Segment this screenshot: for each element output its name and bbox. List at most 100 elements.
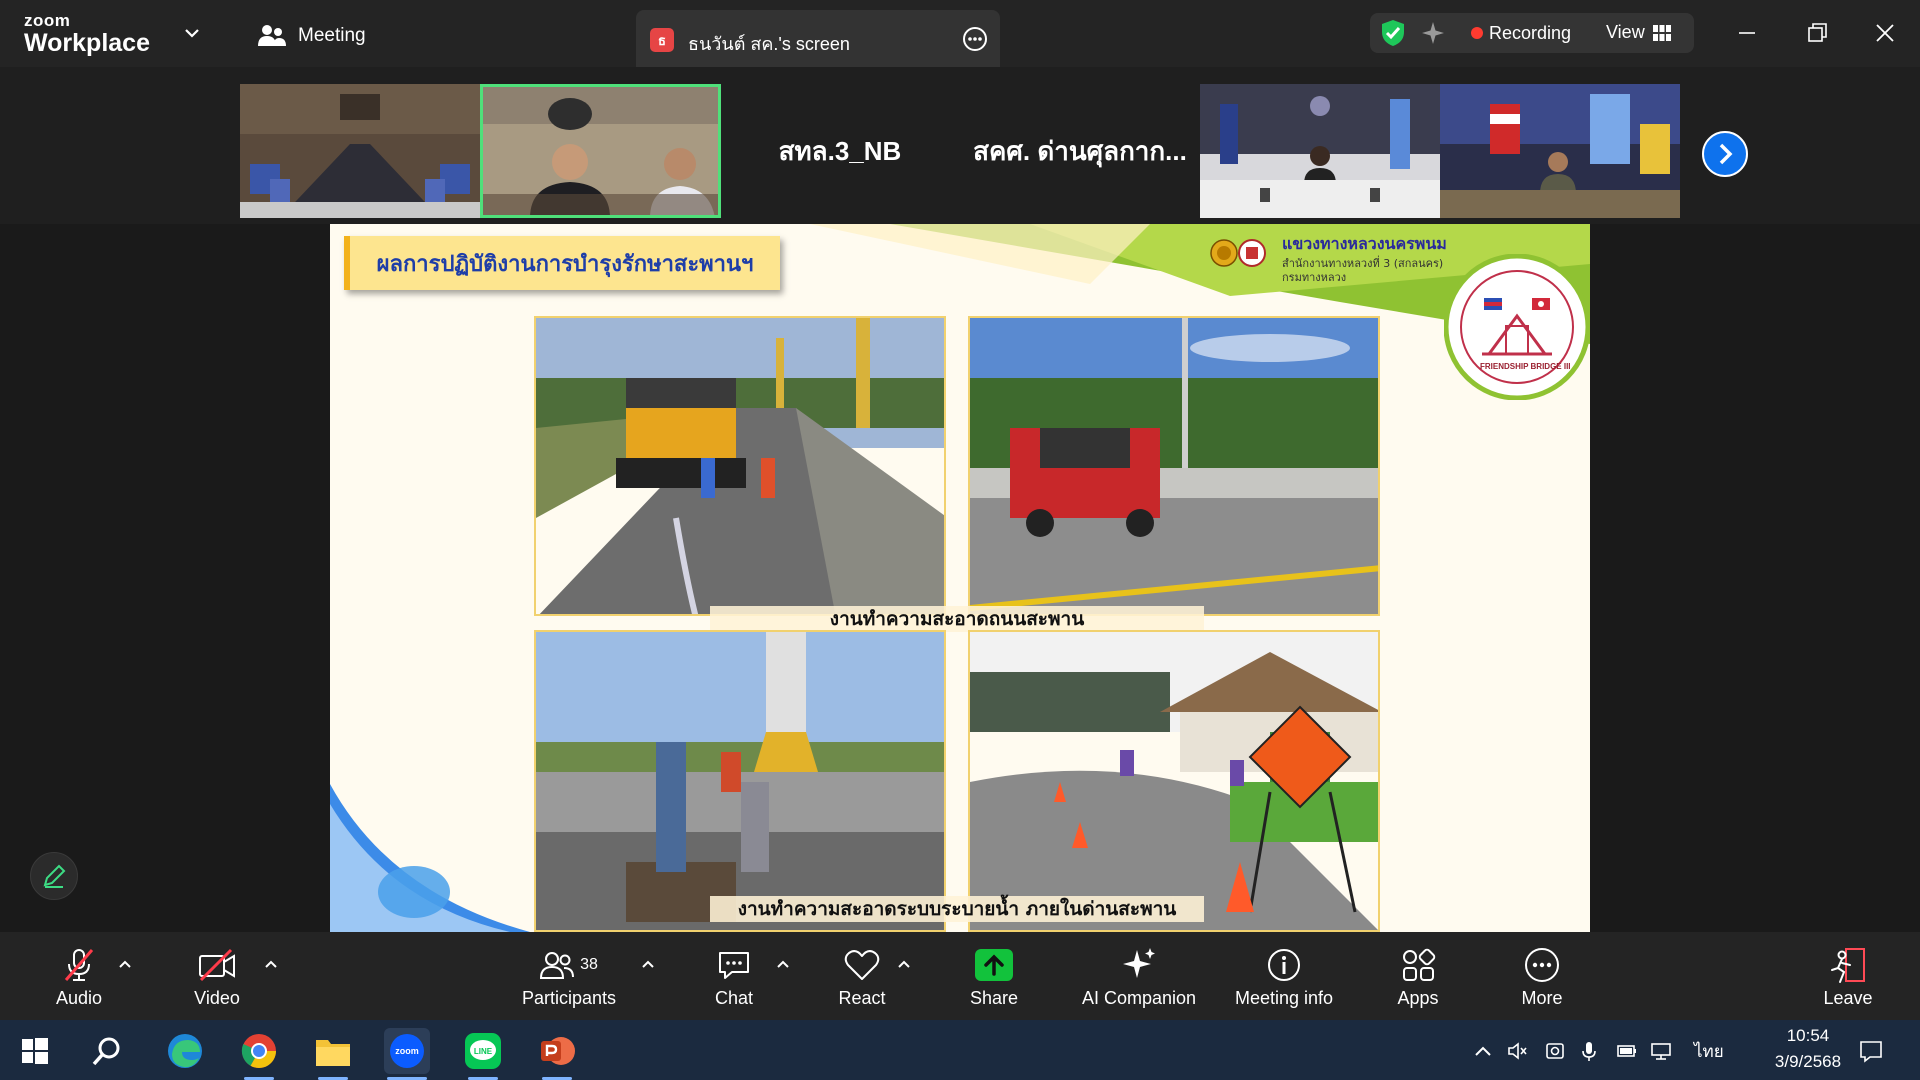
chrome-icon xyxy=(241,1034,276,1068)
video-off-icon xyxy=(199,948,235,982)
react-button[interactable]: React xyxy=(832,932,892,1020)
speaker-muted-icon[interactable] xyxy=(1506,1040,1528,1062)
presentation-slide: ผลการปฏิบัติงานการบำรุงรักษาสะพานฯ แขวงท… xyxy=(330,224,1590,932)
apps-icon xyxy=(1403,948,1436,981)
audio-button[interactable]: Audio xyxy=(44,932,114,1020)
photo-drain-cleaning xyxy=(534,630,946,932)
camera-icon[interactable] xyxy=(1544,1040,1566,1062)
seal-text: FRIENDSHIP BRIDGE III xyxy=(1480,362,1571,371)
edge-icon xyxy=(168,1034,202,1068)
office-video xyxy=(1440,84,1680,218)
clock-time[interactable]: 10:54 xyxy=(1762,1026,1854,1046)
windows-logo-icon xyxy=(22,1038,48,1064)
pencil-icon xyxy=(43,864,66,888)
chevron-up-icon[interactable] xyxy=(1472,1040,1494,1062)
recording-dot xyxy=(1471,27,1483,39)
audio-label: Audio xyxy=(55,988,103,1008)
ai-companion-button[interactable]: AI Companion xyxy=(1076,932,1202,1020)
close-icon[interactable] xyxy=(1870,18,1900,48)
annotate-button[interactable] xyxy=(30,852,78,900)
folder-icon xyxy=(316,1040,350,1066)
participant-name-1[interactable]: สทล.3_NB xyxy=(720,84,960,218)
more-label: More xyxy=(1521,988,1563,1008)
chevron-up-icon[interactable] xyxy=(896,956,912,972)
network-icon[interactable] xyxy=(1650,1040,1672,1062)
apps-label: Apps xyxy=(1397,988,1439,1008)
chevron-right-icon xyxy=(1719,143,1733,165)
view-button[interactable]: View xyxy=(1606,22,1671,43)
microphone-muted-icon xyxy=(64,949,94,981)
taskbar-powerpoint[interactable] xyxy=(534,1028,580,1080)
shared-screen-tab[interactable]: ธ ธนวันต์ สค.'s screen xyxy=(636,10,1000,67)
chat-label: Chat xyxy=(714,988,754,1008)
more-button[interactable]: More xyxy=(1512,932,1572,1020)
meeting-info-button[interactable]: Meeting info xyxy=(1228,932,1340,1020)
caption-road-cleaning: งานทำความสะอาดถนนสะพาน xyxy=(710,606,1204,632)
participants-button[interactable]: 38 Participants xyxy=(514,932,624,1020)
meeting-toolbar: Audio Video 38 Participants Chat React S… xyxy=(0,932,1920,1020)
participant-name-2[interactable]: สคศ. ด่านศุลกาก... xyxy=(960,84,1200,218)
chevron-up-icon[interactable] xyxy=(263,956,279,972)
shared-screen-area: ผลการปฏิบัติงานการบำรุงรักษาสะพานฯ แขวงท… xyxy=(0,224,1920,932)
taskbar-edge[interactable] xyxy=(162,1028,208,1074)
taskbar-line[interactable]: LINE xyxy=(460,1028,506,1080)
chevron-up-icon[interactable] xyxy=(640,956,656,972)
grid-view-icon xyxy=(1652,24,1671,41)
search-button[interactable] xyxy=(84,1028,130,1074)
share-screen-icon xyxy=(975,949,1013,981)
input-language[interactable]: ไทย xyxy=(1694,1038,1724,1065)
ai-companion-label: AI Companion xyxy=(1081,988,1197,1008)
title-bar: zoom Workplace Meeting ธ ธนวันต์ สค.'s s… xyxy=(0,0,1920,67)
leave-button[interactable]: Leave xyxy=(1818,932,1878,1020)
more-options-icon[interactable] xyxy=(962,26,988,52)
zoom-app-label: zoom xyxy=(395,1046,419,1056)
chevron-up-icon[interactable] xyxy=(775,956,791,972)
sharer-avatar: ธ xyxy=(650,28,674,52)
photo-road-sweeper xyxy=(968,316,1380,616)
battery-icon[interactable] xyxy=(1616,1040,1638,1062)
participant-video-tile[interactable] xyxy=(240,84,480,218)
chat-icon xyxy=(719,952,749,979)
chat-button[interactable]: Chat xyxy=(704,932,764,1020)
start-button[interactable] xyxy=(12,1028,58,1074)
participant-video-tile-active[interactable] xyxy=(480,84,721,218)
next-page-button[interactable] xyxy=(1702,131,1748,177)
video-button[interactable]: Video xyxy=(182,932,252,1020)
conference-room-video xyxy=(240,84,480,218)
photo-checkpoint-drain xyxy=(968,630,1380,932)
taskbar-zoom[interactable]: zoom xyxy=(384,1028,430,1080)
minimize-icon[interactable] xyxy=(1732,18,1762,48)
organization-department: กรมทางหลวง xyxy=(1282,271,1347,284)
chevron-up-icon[interactable] xyxy=(117,956,133,972)
info-icon xyxy=(1268,949,1300,981)
meeting-info-label: Meeting info xyxy=(1234,988,1334,1008)
participants-icon xyxy=(540,952,575,979)
clock-date[interactable]: 3/9/2568 xyxy=(1752,1052,1864,1072)
participants-label: Participants xyxy=(521,988,617,1008)
apps-button[interactable]: Apps xyxy=(1388,932,1448,1020)
recording-label[interactable]: Recording xyxy=(1489,23,1571,44)
chevron-down-icon[interactable] xyxy=(183,24,201,42)
ai-companion-icon xyxy=(1123,948,1155,978)
microphone-icon[interactable] xyxy=(1578,1040,1600,1062)
windows-taskbar: zoom LINE ไทย 10:54 3/9/2568 xyxy=(0,1020,1920,1080)
meeting-tab[interactable]: Meeting xyxy=(258,22,366,50)
shared-screen-title: ธนวันต์ สค.'s screen xyxy=(688,34,850,54)
security-shield-icon[interactable] xyxy=(1380,19,1406,47)
caption-drain-cleaning: งานทำความสะอาดระบบระบายน้ำ ภายในด่านสะพา… xyxy=(710,896,1204,922)
notification-icon[interactable] xyxy=(1858,1038,1884,1064)
participant-video-tile[interactable] xyxy=(1200,84,1440,218)
slide-title: ผลการปฏิบัติงานการบำรุงรักษาสะพานฯ xyxy=(344,236,780,290)
heart-icon xyxy=(844,950,880,980)
react-label: React xyxy=(838,988,886,1008)
leave-label: Leave xyxy=(1823,988,1873,1008)
people-icon xyxy=(258,25,286,46)
more-icon xyxy=(1525,948,1559,982)
taskbar-chrome[interactable] xyxy=(236,1028,282,1080)
participant-video-tile[interactable] xyxy=(1440,84,1680,218)
ai-sparkle-icon[interactable] xyxy=(1420,20,1446,46)
search-icon xyxy=(92,1037,120,1066)
restore-icon[interactable] xyxy=(1802,18,1832,48)
share-button[interactable]: Share xyxy=(964,932,1024,1020)
taskbar-file-explorer[interactable] xyxy=(310,1028,356,1080)
